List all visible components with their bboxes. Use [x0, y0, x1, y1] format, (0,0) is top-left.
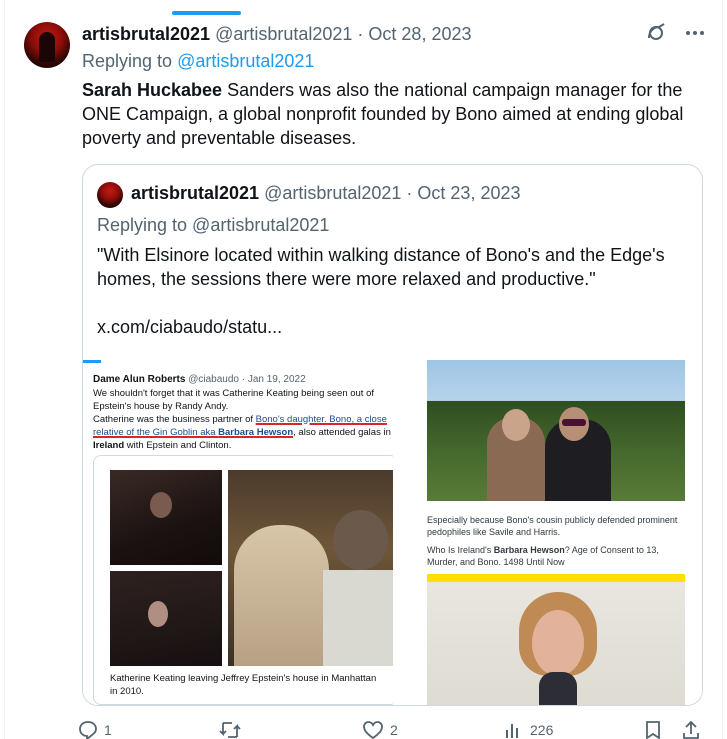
bookmark-icon: [644, 720, 662, 739]
embedded-line1: We shouldn't forget that it was Catherin…: [93, 388, 375, 412]
photo-doorway: [228, 470, 393, 666]
header-actions: [645, 22, 705, 44]
author-avatar[interactable]: [24, 22, 70, 68]
quote-card[interactable]: artisbrutal2021 @artisbrutal2021 · Oct 2…: [82, 164, 703, 706]
timeline-border-left: [4, 0, 5, 739]
video-thumbnail: [427, 582, 685, 705]
embedded-accent-bar: [83, 360, 101, 363]
reply-icon: [78, 720, 98, 739]
embedded-author-name: Dame Alun Roberts: [93, 374, 186, 385]
media-image-right[interactable]: Especially because Bono's cousin publicl…: [395, 360, 702, 705]
media-image-left[interactable]: Dame Alun Roberts @ciabaudo · Jan 19, 20…: [83, 360, 393, 705]
embedded-line2-end: with Epstein and Clinton.: [124, 440, 232, 451]
embedded-line2-pre: Catherine was the business partner of: [93, 414, 256, 425]
photo-two-men-landscape: [427, 360, 685, 501]
replying-prefix: Replying to: [82, 51, 173, 71]
grok-icon[interactable]: [645, 22, 667, 44]
tab-indicator: [172, 11, 241, 15]
bookmark-button[interactable]: [644, 720, 662, 739]
video-yellow-bar: [427, 574, 685, 582]
quote-author-meta: @artisbrutal2021 · Oct 23, 2023: [264, 183, 521, 203]
quote-link[interactable]: x.com/ciabaudo/statu...: [97, 317, 282, 338]
reply-count: 1: [104, 722, 112, 738]
right-caption-1: Especially because Bono's cousin publicl…: [427, 515, 678, 537]
author-name[interactable]: artisbrutal2021: [82, 24, 210, 45]
like-count: 2: [390, 722, 398, 738]
tweet-text: Sarah Huckabee Sanders was also the nati…: [82, 78, 712, 150]
right-caption-2-bold: Barbara Hewson: [493, 545, 565, 555]
more-icon[interactable]: [685, 30, 705, 36]
quote-author-avatar: [97, 182, 123, 208]
author-meta[interactable]: @artisbrutal2021 · Oct 28, 2023: [215, 24, 471, 45]
right-caption-2-pre: Who Is Ireland's: [427, 545, 494, 555]
views-count: 226: [530, 722, 554, 738]
embedded-line2-post: , also attended galas in: [293, 427, 391, 438]
tweet-actions: 1 2 226: [78, 720, 708, 739]
heart-icon: [362, 720, 384, 739]
share-icon: [682, 720, 700, 739]
views-button[interactable]: 226: [504, 720, 553, 739]
like-button[interactable]: 2: [362, 720, 398, 739]
embedded-photo-card: Katherine Keating leaving Jeffrey Epstei…: [93, 455, 393, 705]
tweet-text-bold: Sarah Huckabee: [82, 80, 223, 100]
tweet-header: artisbrutal2021 @artisbrutal2021 · Oct 2…: [82, 23, 472, 45]
embedded-line2-bold: Barbara Hewson: [218, 427, 294, 438]
views-icon: [504, 720, 524, 739]
quote-header: artisbrutal2021 @artisbrutal2021 · Oct 2…: [131, 183, 521, 204]
reply-button[interactable]: 1: [78, 720, 112, 739]
embedded-photo-caption: Katherine Keating leaving Jeffrey Epstei…: [110, 673, 377, 697]
embedded-line2-bold2: Ireland: [93, 440, 125, 451]
share-button[interactable]: [682, 720, 700, 739]
quote-author-name: artisbrutal2021: [131, 183, 260, 203]
replying-handle[interactable]: @artisbrutal2021: [177, 51, 314, 71]
replying-to: Replying to @artisbrutal2021: [82, 51, 314, 72]
retweet-button[interactable]: [218, 720, 248, 739]
embedded-tweet-text: We shouldn't forget that it was Catherin…: [93, 387, 393, 452]
timeline-border-right: [722, 0, 723, 739]
quote-replying-to: Replying to @artisbrutal2021: [97, 215, 330, 235]
retweet-icon: [218, 720, 242, 739]
right-caption-2: Who Is Ireland's Barbara Hewson? Age of …: [427, 544, 687, 568]
embedded-tweet-header: Dame Alun Roberts @ciabaudo · Jan 19, 20…: [93, 374, 306, 385]
embedded-author-meta: @ciabaudo · Jan 19, 2022: [188, 374, 306, 385]
photo-woman-top: [110, 470, 222, 565]
photo-woman-bottom: [110, 571, 222, 666]
quote-text: "With Elsinore located within walking di…: [97, 245, 665, 289]
